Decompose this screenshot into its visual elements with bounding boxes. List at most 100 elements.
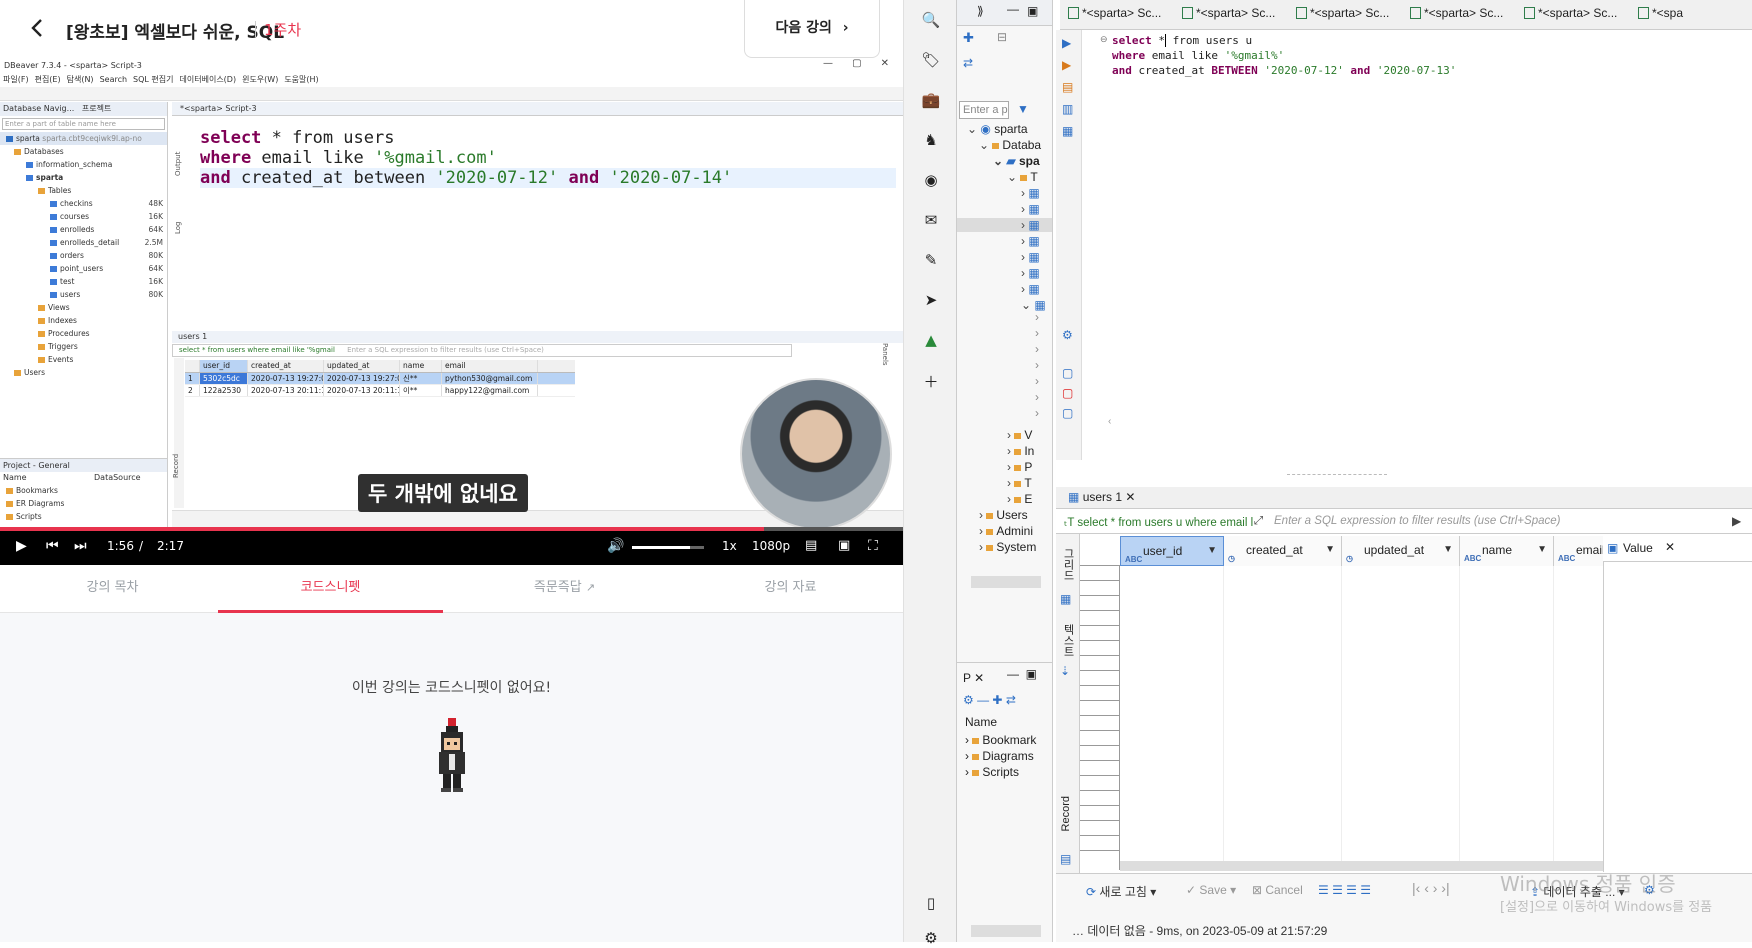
panel-splitter[interactable] <box>1287 474 1387 480</box>
back-button[interactable] <box>26 16 50 40</box>
tree-column-node[interactable]: › <box>1035 390 1039 404</box>
tree-tables[interactable]: ⌄ T <box>1007 170 1038 184</box>
pip-icon[interactable]: ▣ <box>838 537 850 555</box>
fold-icon[interactable]: ⊖ <box>1100 34 1108 45</box>
link-icon[interactable]: ⇄ <box>963 56 973 70</box>
progress-bar[interactable] <box>0 527 903 531</box>
tree-table-node[interactable]: › ▦ <box>1021 250 1040 264</box>
save-button[interactable]: ✓ Save ▾ <box>1186 883 1236 897</box>
tree-users[interactable]: › Users <box>979 508 1028 522</box>
format-icon[interactable]: ▥ <box>1062 102 1073 116</box>
minimize-icon[interactable]: — ▣ <box>1007 667 1037 681</box>
volume-slider[interactable] <box>632 546 704 549</box>
console-icon[interactable]: ▦ <box>1062 124 1073 138</box>
script-icon[interactable]: ▢ <box>1062 386 1073 400</box>
tree-views[interactable]: › V <box>1007 428 1032 442</box>
grid-view-tab[interactable]: 그리드 <box>1060 548 1076 581</box>
row-edit-icons[interactable]: ☰ ☰ ☰ ☰ <box>1318 883 1371 897</box>
tree-system[interactable]: › System <box>979 540 1036 554</box>
project-diagrams[interactable]: › Diagrams <box>965 749 1034 763</box>
tree-table-node[interactable]: ⌄ ▦ <box>1021 298 1046 312</box>
tab-contents[interactable]: 강의 목차 <box>0 565 225 613</box>
tree-table-node[interactable]: › ▦ <box>957 218 1052 232</box>
record-icon[interactable]: ▤ <box>1060 852 1071 866</box>
collapse-icon[interactable]: ⟫ <box>977 4 984 18</box>
tree-indexes[interactable]: › In <box>1007 444 1034 458</box>
editor-tab[interactable]: *<sparta> Sc... <box>1182 6 1275 20</box>
tree-table-node[interactable]: › ▦ <box>1021 234 1040 248</box>
execute-icon[interactable]: ▶ <box>1062 36 1071 50</box>
next-lecture-button[interactable]: 다음 강의 › <box>744 0 880 58</box>
tree-events[interactable]: › E <box>1007 492 1032 506</box>
project-bookmarks[interactable]: › Bookmark <box>965 733 1036 747</box>
maximize-icon[interactable]: ▣ <box>1027 4 1038 18</box>
tree-connection-sparta[interactable]: ⌄ ◉ sparta <box>967 122 1028 136</box>
minimize-icon[interactable]: — <box>1007 2 1019 16</box>
pagination-icons[interactable]: |‹ ‹ › ›| <box>1412 880 1450 896</box>
text-view-tab[interactable]: 텍스트 <box>1060 624 1076 657</box>
new-connection-icon[interactable]: ✚ <box>963 30 974 46</box>
log-icon[interactable]: ▢ <box>1062 406 1073 420</box>
tree-databases[interactable]: ⌄ Databa <box>979 138 1041 152</box>
tab-qna[interactable]: 즉문즉답 ↗ <box>452 565 677 613</box>
tree-column-node[interactable]: › <box>1035 406 1039 420</box>
tree-table-node[interactable]: › ▦ <box>1021 282 1040 296</box>
col-created-at[interactable]: ◷ created_at ▼ <box>1224 536 1342 566</box>
refresh-button[interactable]: ⟳ 새로 고침 ▾ <box>1086 883 1156 900</box>
col-name[interactable]: ABC name ▼ <box>1460 536 1554 566</box>
project-scrollbar[interactable] <box>971 925 1041 937</box>
copilot-icon[interactable]: ◉ <box>921 170 941 190</box>
export-icon[interactable]: ▢ <box>1062 366 1073 380</box>
quality-button[interactable]: 1080p <box>752 539 790 553</box>
play-icon[interactable]: ▶ <box>16 537 27 555</box>
scroll-left-icon[interactable]: ‹ <box>1108 416 1111 427</box>
tree-column-node[interactable]: › <box>1035 358 1039 372</box>
record-view-tab[interactable]: Record <box>1060 796 1072 831</box>
lecture-video[interactable]: DBeaver 7.3.4 - <sparta> Script-3 — ▢ ✕ … <box>0 58 903 532</box>
fullscreen-icon[interactable]: ⛶ <box>868 537 878 555</box>
expand-icon[interactable]: ⤢ <box>1254 515 1263 528</box>
sql-editor[interactable]: ⊖ select * from users u where email like… <box>1082 30 1752 460</box>
editor-tab[interactable]: *<sparta> Sc... <box>1524 6 1617 20</box>
filter-icon[interactable]: ▼ <box>1017 102 1029 116</box>
outlook-icon[interactable]: ✉ <box>921 210 941 230</box>
results-grid[interactable]: ABC user_id ▼ ◷ created_at ▼ ◷ updated_at ▼ AB… <box>1120 536 1642 871</box>
tree-column-node[interactable]: › <box>1035 374 1039 388</box>
settings-icon[interactable]: ⚙ <box>1062 328 1073 342</box>
navigator-filter-input[interactable]: Enter a p <box>959 101 1009 119</box>
sidebar-icon[interactable]: ▯ <box>921 893 941 913</box>
value-panel-tab[interactable]: ▣ Value ✕ <box>1603 536 1752 562</box>
send-icon[interactable]: ➤ <box>921 290 941 310</box>
tree-column-node[interactable]: › <box>1035 310 1039 324</box>
editor-tab[interactable]: *<sparta> Sc... <box>1296 6 1389 20</box>
search-icon[interactable]: 🔍 <box>921 10 941 30</box>
next-icon[interactable]: ⏭ <box>74 537 87 555</box>
project-tab[interactable]: P ✕ <box>963 671 984 685</box>
tree-table-node[interactable]: › ▦ <box>1021 266 1040 280</box>
tag-icon[interactable]: 🏷 <box>921 50 941 70</box>
grid-icon[interactable]: ▦ <box>1060 592 1071 606</box>
results-tab[interactable]: ▦ users 1 ✕ <box>1068 490 1135 504</box>
tree-procedures[interactable]: › P <box>1007 460 1032 474</box>
explain-icon[interactable]: ▤ <box>1062 80 1073 94</box>
briefcase-icon[interactable]: 💼 <box>921 90 941 110</box>
tree-administer[interactable]: › Admini <box>979 524 1033 538</box>
col-updated-at[interactable]: ◷ updated_at ▼ <box>1342 536 1460 566</box>
captions-icon[interactable]: ▤ <box>805 537 817 555</box>
filter-settings-icon[interactable]: ⇣ <box>1060 664 1070 678</box>
collapse-all-icon[interactable]: ⊟ <box>997 30 1007 44</box>
tree-icon[interactable]: ▲ <box>921 330 941 350</box>
project-scripts[interactable]: › Scripts <box>965 765 1019 779</box>
gear-icon[interactable]: ⚙ <box>921 928 941 948</box>
editor-tab[interactable]: *<spa <box>1638 6 1683 20</box>
previous-icon[interactable]: ⏮ <box>46 537 59 555</box>
tree-table-node[interactable]: › ▦ <box>1021 202 1040 216</box>
tab-code-snippet[interactable]: 코드스니펫 <box>218 565 443 613</box>
execute-script-icon[interactable]: ▶ <box>1062 58 1071 72</box>
editor-tab[interactable]: *<sparta> Sc... <box>1068 6 1161 20</box>
chess-icon[interactable]: ♞ <box>921 130 941 150</box>
tree-column-node[interactable]: › <box>1035 326 1039 340</box>
tree-triggers[interactable]: › T <box>1007 476 1032 490</box>
col-user-id[interactable]: ABC user_id ▼ <box>1120 536 1224 566</box>
volume-icon[interactable]: 🔊 <box>607 537 624 555</box>
